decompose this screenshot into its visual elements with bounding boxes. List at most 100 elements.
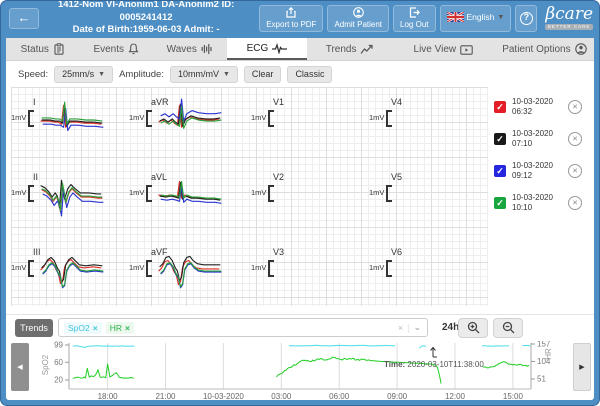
time-range-label: 24h <box>442 322 459 333</box>
trends-button[interactable]: Trends <box>15 319 53 337</box>
dropdown-caret-icon[interactable]: ⌄ <box>413 322 421 333</box>
scroll-right-button[interactable]: ▶ <box>573 343 591 391</box>
logout-icon <box>408 7 420 21</box>
patient-info: 1412-Nom VI-Anonim1 DA-Anonim2 ID: 00052… <box>43 0 255 37</box>
lead-waveform <box>38 247 108 298</box>
snapshot-timestamp: 10-03-202006:32 <box>512 97 562 118</box>
tab-bar: Status Events Waves ECG Trends Live View Patie… <box>6 38 594 61</box>
snapshot-delete-button[interactable]: ✕ <box>568 100 582 114</box>
tag-label: HR <box>110 323 122 333</box>
lead-amplitude-label: 1mV <box>11 188 26 197</box>
snapshot-delete-button[interactable]: ✕ <box>568 164 582 178</box>
logout-button[interactable]: Log Out <box>393 5 435 32</box>
ecg-toolbar: Speed: 25mm/s▼ Amplitude: 10mm/mV▼ Clear… <box>6 61 594 87</box>
lead-waveform <box>38 97 108 148</box>
amplitude-dropdown[interactable]: 10mm/mV▼ <box>170 66 238 83</box>
tab-label: Status <box>21 44 49 55</box>
lead-amplitude-label: 1mV <box>129 188 144 197</box>
trend-icon <box>360 44 373 55</box>
tab-label: ECG <box>247 43 269 54</box>
lead-amplitude-label: 1mV <box>251 113 266 122</box>
ecg-lead-v4: V4 1mV <box>369 91 485 163</box>
snapshot-delete-button[interactable]: ✕ <box>568 196 582 210</box>
ecg-lead-v3: V31mV <box>251 241 367 313</box>
snapshot-timestamp: 10-03-202009:12 <box>512 161 562 182</box>
amplitude-bracket-icon <box>28 185 34 202</box>
trend-series-spo2 <box>419 346 426 348</box>
ecg-lead-avf: aVF1mV <box>129 241 245 313</box>
snapshot-item: ✓ 10-03-202006:32 ✕ <box>494 94 582 120</box>
amplitude-bracket-icon <box>386 260 392 277</box>
tab-status[interactable]: Status <box>6 38 80 60</box>
trend-parameter-input[interactable]: SpO2×HR××|⌄ <box>58 318 428 337</box>
right-tick-label: 51 <box>537 374 546 383</box>
ecg-lead-v6: V6 1mV <box>369 241 485 313</box>
snapshot-delete-button[interactable]: ✕ <box>568 132 582 146</box>
admit-patient-label: Admit Patient <box>334 21 382 30</box>
admit-patient-button[interactable]: Admit Patient <box>327 5 389 32</box>
tab-label: Live View <box>414 44 457 55</box>
tooltip-text: Time: 2020-03-10T11:38:00 <box>384 360 484 369</box>
zoom-in-button[interactable] <box>458 318 488 338</box>
chevron-down-icon: ▼ <box>223 71 230 78</box>
tab-label: Events <box>93 44 124 55</box>
clear-button[interactable]: Clear <box>244 66 282 83</box>
lead-label: V3 <box>273 247 284 257</box>
lead-label: V6 <box>391 247 402 257</box>
trend-series-spo2 <box>289 345 395 346</box>
trend-tag-spo2: SpO2× <box>64 322 102 334</box>
lead-amplitude-label: 1mV <box>369 263 384 272</box>
snapshot-checkbox[interactable]: ✓ <box>494 101 506 113</box>
tag-remove-icon[interactable]: × <box>93 323 98 333</box>
tab-waves[interactable]: Waves <box>153 38 227 60</box>
logout-label: Log Out <box>400 21 428 30</box>
tag-remove-icon[interactable]: × <box>125 323 130 333</box>
amplitude-bracket-icon <box>146 110 152 127</box>
clear-input-icon[interactable]: × <box>398 323 403 333</box>
snapshot-checkbox[interactable]: ✓ <box>494 133 506 145</box>
lead-amplitude-label: 1mV <box>369 188 384 197</box>
back-arrow-icon: ← <box>18 11 31 25</box>
ecg-grid: I1mVaVR1mVV11mVV41mVII1mVaVL1mVV21mVV51m… <box>11 87 488 306</box>
ecg-lead-v5: V51mV <box>369 166 485 238</box>
app-window: ← 1412-Nom VI-Anonim1 DA-Anonim2 ID: 000… <box>0 0 600 406</box>
snapshot-checkbox[interactable]: ✓ <box>494 165 506 177</box>
tab-events[interactable]: Events <box>80 38 154 60</box>
ecg-lead-v2: V21mV <box>251 166 367 238</box>
lead-amplitude-label: 1mV <box>251 188 266 197</box>
lead-amplitude-label: 1mV <box>369 113 384 122</box>
tab-patient-options[interactable]: Patient Options <box>495 38 594 60</box>
back-button[interactable]: ← <box>9 8 39 29</box>
zoom-out-button[interactable] <box>493 318 523 338</box>
chevron-down-icon: ▼ <box>497 14 504 22</box>
tab-ecg[interactable]: ECG <box>227 38 308 60</box>
tab-live-view[interactable]: Live View <box>392 38 495 60</box>
amplitude-label: Amplitude: <box>119 69 164 80</box>
language-selector[interactable]: English ▼ <box>440 5 512 32</box>
tab-label: Patient Options <box>502 44 570 55</box>
left-tick-label: 20 <box>54 375 63 384</box>
input-divider: | <box>407 323 409 333</box>
help-button[interactable]: ? <box>515 5 537 32</box>
lead-waveform <box>156 172 226 223</box>
snapshot-checkbox[interactable]: ✓ <box>494 197 506 209</box>
ecg-lead-avl: aVL1mV <box>129 166 245 238</box>
lead-label: V4 <box>391 97 402 107</box>
trend-tag-hr: HR× <box>106 322 134 334</box>
header-bar: ← 1412-Nom VI-Anonim1 DA-Anonim2 ID: 000… <box>1 1 599 38</box>
export-pdf-button[interactable]: Export to PDF <box>259 5 323 32</box>
tab-trends[interactable]: Trends <box>307 38 392 60</box>
left-tick-label: 99 <box>54 341 63 350</box>
classic-button[interactable]: Classic <box>287 66 332 83</box>
patient-id-line: 1412-Nom VI-Anonim1 DA-Anonim2 ID: 00052… <box>43 0 249 24</box>
waveform-icon <box>201 43 213 55</box>
amplitude-bracket-icon <box>268 110 274 127</box>
scroll-left-button[interactable]: ◀ <box>11 343 29 391</box>
ecg-lead-ii: II1mV <box>11 166 127 238</box>
speed-dropdown[interactable]: 25mm/s▼ <box>54 66 113 83</box>
trend-series-hr <box>277 357 371 377</box>
export-icon <box>285 7 297 21</box>
lead-label: I <box>33 97 36 107</box>
x-tick-label: 12:00 <box>445 392 466 400</box>
tab-label: Trends <box>326 44 357 55</box>
